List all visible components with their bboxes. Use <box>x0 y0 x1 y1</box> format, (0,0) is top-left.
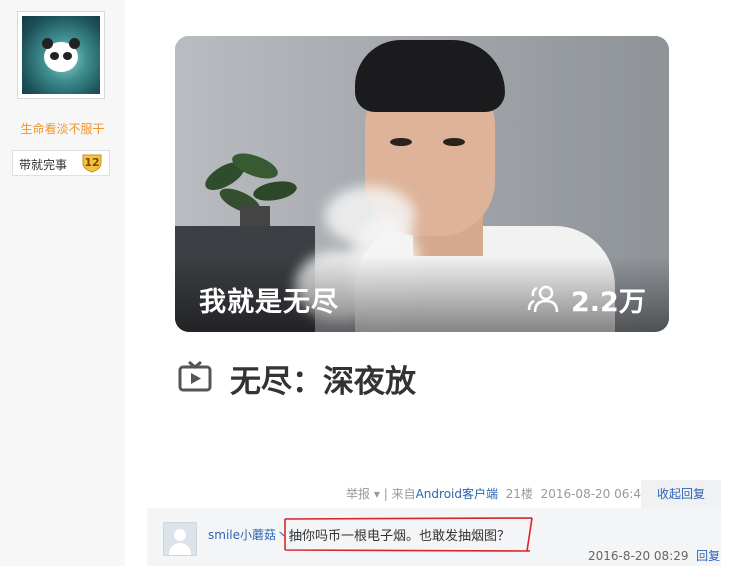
plant-icon <box>205 153 297 226</box>
view-count: 2.2万 <box>571 287 646 318</box>
post-datetime: 2016-08-20 06:48 <box>540 487 649 501</box>
reply-user-avatar[interactable] <box>163 522 197 556</box>
reply-footer: 2016-8-20 08:29 回复 <box>588 547 720 564</box>
chevron-down-icon[interactable]: ▾ <box>374 487 380 501</box>
person-eye <box>390 138 412 146</box>
person-eye <box>443 138 465 146</box>
source-prefix: 来自 <box>391 487 416 501</box>
video-title: 我就是无尽 <box>199 287 339 318</box>
red-annotation-box <box>284 517 533 552</box>
level-badge: 12 <box>81 153 103 173</box>
floor-number: 21楼 <box>505 487 533 501</box>
viewers-icon <box>527 285 559 313</box>
level-number: 12 <box>84 156 100 169</box>
reply-username[interactable]: smile小蘑菇丶: <box>208 526 292 543</box>
user-motto[interactable]: 生命看淡不服干 <box>0 120 125 137</box>
video-card[interactable]: 我就是无尽 2.2万 <box>175 36 669 332</box>
report-link[interactable]: 举报 <box>346 487 370 501</box>
channel-title: 无尽：深夜放 <box>230 364 416 400</box>
source-client-link[interactable]: Android客户端 <box>416 487 498 501</box>
user-group-label: 带就完事 <box>19 158 68 172</box>
reply-button[interactable]: 回复 <box>696 549 720 563</box>
meta-separator: | <box>383 487 388 501</box>
tv-play-icon <box>178 360 212 392</box>
user-sidebar: 生命看淡不服干 带就完事 12 <box>0 0 125 566</box>
user-group-tag[interactable]: 带就完事 12 <box>12 150 110 176</box>
panda-avatar-image <box>22 16 100 94</box>
user-avatar[interactable] <box>17 11 105 99</box>
collapse-reply-button[interactable]: 收起回复 <box>641 480 721 508</box>
post-meta: 举报 ▾ | 来自Android客户端 21楼 2016-08-20 06:48 <box>346 485 649 502</box>
person-hair <box>355 40 505 112</box>
reply-datetime: 2016-8-20 08:29 <box>588 549 689 563</box>
